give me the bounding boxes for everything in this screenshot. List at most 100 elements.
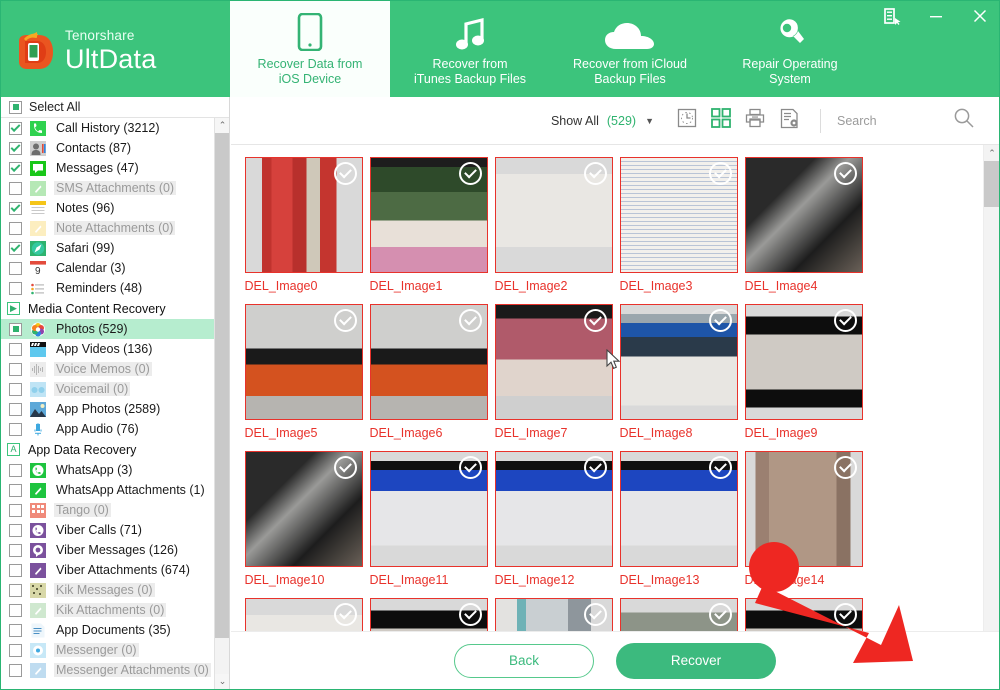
tab-recover-from-icloud-backup[interactable]: Recover from iCloud Backup Files — [550, 1, 710, 97]
sidebar-item-checkbox[interactable] — [9, 402, 22, 416]
sidebar-item-app-videos[interactable]: App Videos (136) — [1, 339, 214, 359]
sidebar-item-kik-messages[interactable]: Kik Messages (0) — [1, 580, 214, 600]
grid-scroll-up-button[interactable]: ⌃ — [984, 145, 999, 161]
sidebar-item-checkbox[interactable] — [9, 643, 22, 657]
sidebar-item-whatsapp[interactable]: WhatsApp (3) — [1, 460, 214, 480]
sidebar-item-contacts[interactable]: Contacts (87) — [1, 138, 214, 158]
sidebar-item-note-attachments[interactable]: Note Attachments (0) — [1, 218, 214, 238]
sidebar-item-app-documents[interactable]: App Documents (35) — [1, 620, 214, 640]
sidebar-item-safari[interactable]: Safari (99) — [1, 238, 214, 258]
thumbnail-checkbox[interactable] — [583, 456, 607, 479]
thumbnail-image[interactable] — [494, 157, 613, 273]
sidebar-item-checkbox[interactable] — [9, 342, 22, 356]
sidebar-scrollbar[interactable]: ⌃ ⌄ — [214, 118, 229, 689]
sidebar-scroll-thumb[interactable] — [215, 133, 229, 638]
thumbnail-checkbox[interactable] — [333, 162, 357, 185]
sidebar-item-viber-attachments[interactable]: Viber Attachments (674) — [1, 560, 214, 580]
thumbnail-image[interactable] — [244, 451, 363, 567]
sidebar-item-checkbox[interactable] — [9, 322, 22, 336]
menu-icon[interactable] — [879, 4, 905, 28]
sidebar-item-call-history[interactable]: Call History (3212) — [1, 118, 214, 138]
sidebar-item-sms-attachments[interactable]: SMS Attachments (0) — [1, 178, 214, 198]
thumbnail-image[interactable] — [494, 451, 613, 567]
show-all-filter[interactable]: Show All (529) ▼ — [551, 114, 654, 128]
sidebar-item-checkbox[interactable] — [9, 603, 22, 617]
sidebar-item-checkbox[interactable] — [9, 261, 22, 275]
sidebar-item-checkbox[interactable] — [9, 543, 22, 557]
sidebar-item-checkbox[interactable] — [9, 181, 22, 195]
thumbnail-image[interactable] — [369, 157, 488, 273]
thumbnail-checkbox[interactable] — [458, 603, 482, 626]
sidebar-item-checkbox[interactable] — [9, 483, 22, 497]
select-all-row[interactable]: Select All — [1, 97, 229, 118]
sidebar-item-checkbox[interactable] — [9, 221, 22, 235]
thumbnail-image[interactable] — [369, 451, 488, 567]
sidebar-item-checkbox[interactable] — [9, 281, 22, 295]
thumbnail-image[interactable] — [744, 304, 863, 420]
thumbnail-image[interactable] — [619, 157, 738, 273]
minimize-icon[interactable] — [923, 4, 949, 28]
thumbnail-checkbox[interactable] — [708, 456, 732, 479]
sidebar-item-whatsapp-attachments[interactable]: WhatsApp Attachments (1) — [1, 480, 214, 500]
sidebar-item-checkbox[interactable] — [9, 121, 22, 135]
grid-scrollbar[interactable]: ⌃ ⌄ — [983, 145, 999, 689]
sidebar-item-voicemail[interactable]: Voicemail (0) — [1, 379, 214, 399]
search-box[interactable] — [835, 107, 985, 134]
sidebar-item-checkbox[interactable] — [9, 141, 22, 155]
sidebar-scroll-down-button[interactable]: ⌄ — [215, 674, 229, 689]
sidebar-item-checkbox[interactable] — [9, 663, 22, 677]
sidebar-item-checkbox[interactable] — [9, 422, 22, 436]
sidebar-item-notes[interactable]: Notes (96) — [1, 198, 214, 218]
sidebar-item-tango[interactable]: Tango (0) — [1, 500, 214, 520]
sidebar-item-app-photos[interactable]: App Photos (2589) — [1, 399, 214, 419]
tab-recover-from-itunes-backup[interactable]: Recover from iTunes Backup Files — [390, 1, 550, 97]
tab-repair-operating-system[interactable]: Repair Operating System — [710, 1, 870, 97]
thumbnail-checkbox[interactable] — [333, 456, 357, 479]
sidebar-group-app-data-recovery[interactable]: A App Data Recovery — [1, 439, 214, 460]
thumbnail-checkbox[interactable] — [708, 603, 732, 626]
sidebar-item-checkbox[interactable] — [9, 362, 22, 376]
close-icon[interactable] — [967, 4, 993, 28]
thumbnail-image[interactable] — [494, 304, 613, 420]
thumbnail-checkbox[interactable] — [833, 603, 857, 626]
sidebar-item-checkbox[interactable] — [9, 523, 22, 537]
thumbnail-checkbox[interactable] — [708, 309, 732, 332]
print-button[interactable] — [738, 106, 772, 136]
sidebar-item-checkbox[interactable] — [9, 382, 22, 396]
sidebar-item-viber-messages[interactable]: Viber Messages (126) — [1, 540, 214, 560]
grid-scroll-thumb[interactable] — [984, 161, 999, 207]
sidebar-item-checkbox[interactable] — [9, 463, 22, 477]
chevron-down-icon[interactable]: ▼ — [645, 116, 654, 126]
sidebar-item-reminders[interactable]: Reminders (48) — [1, 278, 214, 298]
thumbnail-checkbox[interactable] — [833, 456, 857, 479]
sidebar-item-checkbox[interactable] — [9, 201, 22, 215]
sidebar-item-photos[interactable]: Photos (529) — [1, 319, 214, 339]
thumbnail-checkbox[interactable] — [833, 309, 857, 332]
sidebar-item-app-audio[interactable]: App Audio (76) — [1, 419, 214, 439]
thumbnail-image[interactable] — [244, 304, 363, 420]
sidebar-item-checkbox[interactable] — [9, 623, 22, 637]
export-report-button[interactable] — [772, 106, 806, 136]
sidebar-item-kik-attachments[interactable]: Kik Attachments (0) — [1, 600, 214, 620]
sidebar-item-voice-memos[interactable]: Voice Memos (0) — [1, 359, 214, 379]
thumbnail-image[interactable] — [619, 304, 738, 420]
sidebar-item-checkbox[interactable] — [9, 161, 22, 175]
sidebar-item-messenger-attachments[interactable]: Messenger Attachments (0) — [1, 660, 214, 680]
timeline-view-button[interactable] — [670, 106, 704, 136]
thumbnail-checkbox[interactable] — [333, 603, 357, 626]
sidebar-scroll-up-button[interactable]: ⌃ — [215, 118, 229, 133]
tab-recover-from-ios-device[interactable]: Recover Data from iOS Device — [230, 1, 390, 97]
thumbnail-checkbox[interactable] — [583, 309, 607, 332]
sidebar-item-checkbox[interactable] — [9, 241, 22, 255]
sidebar-item-calendar[interactable]: 9 Calendar (3) — [1, 258, 214, 278]
thumbnail-image[interactable] — [744, 451, 863, 567]
thumbnail-image[interactable] — [369, 304, 488, 420]
thumbnail-checkbox[interactable] — [583, 603, 607, 626]
thumbnail-checkbox[interactable] — [458, 456, 482, 479]
thumbnail-image[interactable] — [744, 157, 863, 273]
select-all-checkbox[interactable] — [9, 100, 22, 114]
thumbnail-checkbox[interactable] — [583, 162, 607, 185]
thumbnail-checkbox[interactable] — [458, 162, 482, 185]
sidebar-item-checkbox[interactable] — [9, 503, 22, 517]
back-button[interactable]: Back — [454, 643, 594, 678]
